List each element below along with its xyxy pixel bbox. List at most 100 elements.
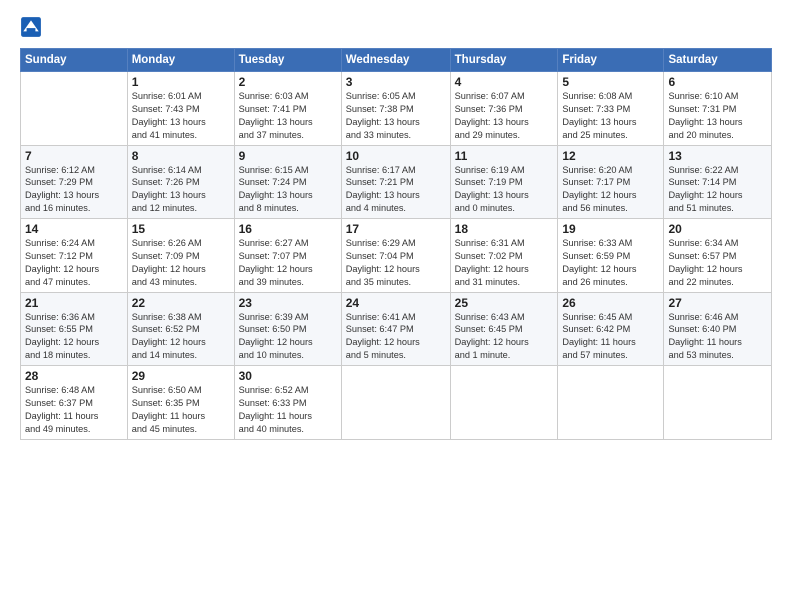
day-info: Sunrise: 6:01 AM Sunset: 7:43 PM Dayligh… <box>132 90 230 142</box>
day-cell: 16Sunrise: 6:27 AM Sunset: 7:07 PM Dayli… <box>234 219 341 293</box>
day-info: Sunrise: 6:27 AM Sunset: 7:07 PM Dayligh… <box>239 237 337 289</box>
weekday-header-tuesday: Tuesday <box>234 49 341 72</box>
day-number: 12 <box>562 149 659 163</box>
day-cell: 21Sunrise: 6:36 AM Sunset: 6:55 PM Dayli… <box>21 292 128 366</box>
day-number: 11 <box>455 149 554 163</box>
day-cell: 30Sunrise: 6:52 AM Sunset: 6:33 PM Dayli… <box>234 366 341 440</box>
day-cell <box>558 366 664 440</box>
day-number: 10 <box>346 149 446 163</box>
day-info: Sunrise: 6:03 AM Sunset: 7:41 PM Dayligh… <box>239 90 337 142</box>
day-cell <box>664 366 772 440</box>
week-row-1: 1Sunrise: 6:01 AM Sunset: 7:43 PM Daylig… <box>21 72 772 146</box>
day-number: 5 <box>562 75 659 89</box>
day-cell: 26Sunrise: 6:45 AM Sunset: 6:42 PM Dayli… <box>558 292 664 366</box>
day-info: Sunrise: 6:26 AM Sunset: 7:09 PM Dayligh… <box>132 237 230 289</box>
day-number: 4 <box>455 75 554 89</box>
day-cell: 12Sunrise: 6:20 AM Sunset: 7:17 PM Dayli… <box>558 145 664 219</box>
week-row-4: 21Sunrise: 6:36 AM Sunset: 6:55 PM Dayli… <box>21 292 772 366</box>
day-number: 22 <box>132 296 230 310</box>
day-cell: 14Sunrise: 6:24 AM Sunset: 7:12 PM Dayli… <box>21 219 128 293</box>
day-info: Sunrise: 6:34 AM Sunset: 6:57 PM Dayligh… <box>668 237 767 289</box>
day-cell: 11Sunrise: 6:19 AM Sunset: 7:19 PM Dayli… <box>450 145 558 219</box>
day-cell: 17Sunrise: 6:29 AM Sunset: 7:04 PM Dayli… <box>341 219 450 293</box>
day-info: Sunrise: 6:38 AM Sunset: 6:52 PM Dayligh… <box>132 311 230 363</box>
weekday-header-row: SundayMondayTuesdayWednesdayThursdayFrid… <box>21 49 772 72</box>
day-number: 16 <box>239 222 337 236</box>
week-row-3: 14Sunrise: 6:24 AM Sunset: 7:12 PM Dayli… <box>21 219 772 293</box>
day-cell: 24Sunrise: 6:41 AM Sunset: 6:47 PM Dayli… <box>341 292 450 366</box>
day-info: Sunrise: 6:12 AM Sunset: 7:29 PM Dayligh… <box>25 164 123 216</box>
weekday-header-wednesday: Wednesday <box>341 49 450 72</box>
day-cell: 23Sunrise: 6:39 AM Sunset: 6:50 PM Dayli… <box>234 292 341 366</box>
day-info: Sunrise: 6:33 AM Sunset: 6:59 PM Dayligh… <box>562 237 659 289</box>
day-info: Sunrise: 6:07 AM Sunset: 7:36 PM Dayligh… <box>455 90 554 142</box>
day-info: Sunrise: 6:19 AM Sunset: 7:19 PM Dayligh… <box>455 164 554 216</box>
week-row-5: 28Sunrise: 6:48 AM Sunset: 6:37 PM Dayli… <box>21 366 772 440</box>
day-cell: 28Sunrise: 6:48 AM Sunset: 6:37 PM Dayli… <box>21 366 128 440</box>
day-number: 29 <box>132 369 230 383</box>
day-cell <box>450 366 558 440</box>
day-info: Sunrise: 6:36 AM Sunset: 6:55 PM Dayligh… <box>25 311 123 363</box>
day-info: Sunrise: 6:29 AM Sunset: 7:04 PM Dayligh… <box>346 237 446 289</box>
day-number: 3 <box>346 75 446 89</box>
page: SundayMondayTuesdayWednesdayThursdayFrid… <box>0 0 792 612</box>
day-info: Sunrise: 6:15 AM Sunset: 7:24 PM Dayligh… <box>239 164 337 216</box>
day-number: 27 <box>668 296 767 310</box>
day-info: Sunrise: 6:14 AM Sunset: 7:26 PM Dayligh… <box>132 164 230 216</box>
day-cell: 5Sunrise: 6:08 AM Sunset: 7:33 PM Daylig… <box>558 72 664 146</box>
day-cell: 29Sunrise: 6:50 AM Sunset: 6:35 PM Dayli… <box>127 366 234 440</box>
day-number: 26 <box>562 296 659 310</box>
day-number: 23 <box>239 296 337 310</box>
header <box>20 16 772 38</box>
day-number: 13 <box>668 149 767 163</box>
day-cell: 25Sunrise: 6:43 AM Sunset: 6:45 PM Dayli… <box>450 292 558 366</box>
logo-icon <box>20 16 42 38</box>
weekday-header-sunday: Sunday <box>21 49 128 72</box>
logo <box>20 16 48 38</box>
day-info: Sunrise: 6:08 AM Sunset: 7:33 PM Dayligh… <box>562 90 659 142</box>
day-cell: 8Sunrise: 6:14 AM Sunset: 7:26 PM Daylig… <box>127 145 234 219</box>
day-cell: 9Sunrise: 6:15 AM Sunset: 7:24 PM Daylig… <box>234 145 341 219</box>
day-number: 24 <box>346 296 446 310</box>
day-cell <box>341 366 450 440</box>
day-info: Sunrise: 6:05 AM Sunset: 7:38 PM Dayligh… <box>346 90 446 142</box>
day-number: 21 <box>25 296 123 310</box>
day-number: 6 <box>668 75 767 89</box>
day-cell: 7Sunrise: 6:12 AM Sunset: 7:29 PM Daylig… <box>21 145 128 219</box>
calendar: SundayMondayTuesdayWednesdayThursdayFrid… <box>20 48 772 440</box>
day-cell: 1Sunrise: 6:01 AM Sunset: 7:43 PM Daylig… <box>127 72 234 146</box>
day-number: 8 <box>132 149 230 163</box>
day-info: Sunrise: 6:24 AM Sunset: 7:12 PM Dayligh… <box>25 237 123 289</box>
day-number: 20 <box>668 222 767 236</box>
day-info: Sunrise: 6:52 AM Sunset: 6:33 PM Dayligh… <box>239 384 337 436</box>
day-number: 1 <box>132 75 230 89</box>
day-number: 7 <box>25 149 123 163</box>
day-cell: 18Sunrise: 6:31 AM Sunset: 7:02 PM Dayli… <box>450 219 558 293</box>
day-cell: 15Sunrise: 6:26 AM Sunset: 7:09 PM Dayli… <box>127 219 234 293</box>
day-number: 14 <box>25 222 123 236</box>
day-cell: 27Sunrise: 6:46 AM Sunset: 6:40 PM Dayli… <box>664 292 772 366</box>
day-number: 15 <box>132 222 230 236</box>
day-info: Sunrise: 6:45 AM Sunset: 6:42 PM Dayligh… <box>562 311 659 363</box>
day-info: Sunrise: 6:50 AM Sunset: 6:35 PM Dayligh… <box>132 384 230 436</box>
day-cell: 6Sunrise: 6:10 AM Sunset: 7:31 PM Daylig… <box>664 72 772 146</box>
day-cell: 19Sunrise: 6:33 AM Sunset: 6:59 PM Dayli… <box>558 219 664 293</box>
day-number: 30 <box>239 369 337 383</box>
day-number: 17 <box>346 222 446 236</box>
day-cell <box>21 72 128 146</box>
day-info: Sunrise: 6:31 AM Sunset: 7:02 PM Dayligh… <box>455 237 554 289</box>
weekday-header-thursday: Thursday <box>450 49 558 72</box>
day-info: Sunrise: 6:46 AM Sunset: 6:40 PM Dayligh… <box>668 311 767 363</box>
day-cell: 4Sunrise: 6:07 AM Sunset: 7:36 PM Daylig… <box>450 72 558 146</box>
day-number: 2 <box>239 75 337 89</box>
day-number: 9 <box>239 149 337 163</box>
weekday-header-saturday: Saturday <box>664 49 772 72</box>
weekday-header-friday: Friday <box>558 49 664 72</box>
day-number: 19 <box>562 222 659 236</box>
day-number: 28 <box>25 369 123 383</box>
day-number: 25 <box>455 296 554 310</box>
weekday-header-monday: Monday <box>127 49 234 72</box>
day-info: Sunrise: 6:20 AM Sunset: 7:17 PM Dayligh… <box>562 164 659 216</box>
week-row-2: 7Sunrise: 6:12 AM Sunset: 7:29 PM Daylig… <box>21 145 772 219</box>
day-info: Sunrise: 6:41 AM Sunset: 6:47 PM Dayligh… <box>346 311 446 363</box>
